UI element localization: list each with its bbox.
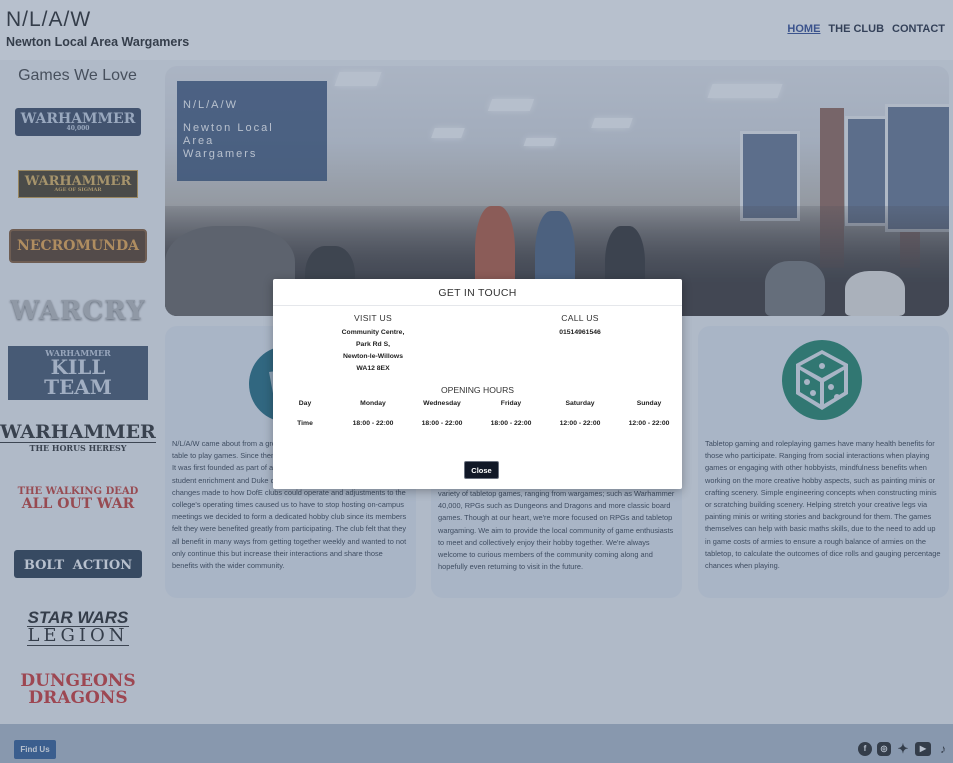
day-cell: Sunday [636, 400, 662, 407]
address-line: Newton-le-Willows [343, 353, 403, 360]
hours-times-row: Time 18:00 - 22:00 18:00 - 22:00 18:00 -… [273, 420, 682, 432]
hours-label: Time [297, 420, 313, 427]
address-line: Park Rd S, [356, 341, 390, 348]
day-cell: Monday [360, 400, 386, 407]
contact-modal: GET IN TOUCH VISIT US CALL US Community … [273, 279, 682, 489]
opening-hours-heading: OPENING HOURS [440, 385, 515, 395]
time-cell: 12:00 - 22:00 [628, 420, 670, 427]
close-button[interactable]: Close [464, 461, 499, 479]
time-cell: 12:00 - 22:00 [559, 420, 601, 427]
day-cell: Wednesday [423, 400, 461, 407]
modal-title: GET IN TOUCH [438, 287, 517, 299]
hours-days-row: Day Monday Wednesday Friday Saturday Sun… [273, 400, 682, 412]
hours-label: Day [298, 400, 312, 407]
time-cell: 18:00 - 22:00 [490, 420, 532, 427]
modal-divider [273, 305, 682, 306]
address-line: WA12 8EX [356, 365, 390, 372]
call-us-heading: CALL US [561, 313, 599, 323]
time-cell: 18:00 - 22:00 [352, 420, 394, 427]
address-block: Community Centre, Park Rd S, Newton-le-W… [333, 327, 413, 375]
time-cell: 18:00 - 22:00 [421, 420, 463, 427]
day-cell: Saturday [565, 400, 595, 407]
phone-number[interactable]: 01514961546 [540, 329, 620, 336]
visit-us-heading: VISIT US [353, 313, 393, 323]
day-cell: Friday [500, 400, 522, 407]
address-line: Community Centre, [341, 329, 405, 336]
